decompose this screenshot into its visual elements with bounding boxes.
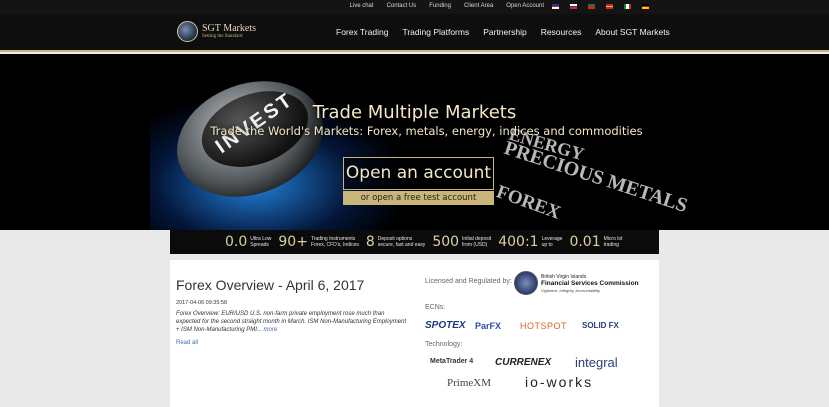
- flag-es-icon[interactable]: [606, 4, 613, 9]
- technology-label: Technology:: [425, 341, 463, 348]
- client-area-link[interactable]: Client Area: [464, 3, 493, 9]
- logo-brand-name: SGT Markets: [202, 23, 256, 34]
- content-panel: Forex Overview - April 6, 2017 2017-04-0…: [170, 260, 659, 407]
- bvi-seal-icon: [514, 271, 538, 295]
- nav-item-partnership[interactable]: Partnership: [483, 27, 526, 37]
- stat-instruments: 90+ Trading Instruments Forex, CFD's, Ind…: [278, 234, 358, 250]
- flag-it-icon[interactable]: [624, 4, 631, 9]
- logo-tagline: Setting the Standard: [202, 34, 243, 39]
- stat-label: Trading Instruments Forex, CFD's, Indices: [310, 236, 359, 248]
- post-title[interactable]: Forex Overview - April 6, 2017: [176, 277, 364, 293]
- regulator-line2: Financial Services Commission: [541, 279, 639, 287]
- post-date: 2017-04-06 09:35:58: [176, 300, 228, 306]
- ecns-label: ECNs:: [425, 304, 446, 311]
- flag-en-icon[interactable]: [552, 4, 559, 9]
- open-account-button[interactable]: Open an account: [343, 157, 494, 190]
- hero-banner: INVEST ENERGY PRECIOUS METALS FOREX Trad…: [0, 54, 829, 230]
- stat-deposit-options: 8 Deposit options secure, fast and easy: [366, 234, 425, 250]
- ecn-logo-solidfx[interactable]: SOLID FX: [582, 321, 619, 330]
- utility-links: Live chat Contact Us Funding Client Area…: [350, 3, 544, 9]
- flag-de-icon[interactable]: [642, 4, 649, 9]
- stat-value: 400:1: [498, 234, 539, 250]
- ecn-logo-parfx[interactable]: ParFX: [475, 321, 501, 331]
- stat-label: Leverage up to: [541, 236, 563, 248]
- nav-menu: Forex Trading Trading Platforms Partners…: [336, 27, 670, 37]
- more-link[interactable]: more: [264, 327, 278, 333]
- tech-logo-integral[interactable]: integral: [575, 355, 618, 370]
- post-excerpt: Forex Overview: EUR/USD U.S. non-farm pr…: [176, 311, 407, 333]
- stat-value: 8: [365, 234, 375, 250]
- stat-label: Micro lot trading: [603, 236, 623, 248]
- partners-sidebar: Licensed and Regulated by: British Virgi…: [425, 260, 659, 407]
- live-chat-link[interactable]: Live chat: [350, 3, 374, 9]
- stat-label: Ultra Low Spreads: [250, 236, 272, 248]
- open-account-link[interactable]: Open Account: [506, 3, 544, 9]
- main-navigation: SGT Markets Setting the Standard Forex T…: [0, 14, 829, 52]
- stat-spreads: 0.0 Ultra Low Spreads: [225, 234, 271, 250]
- funding-link[interactable]: Funding: [429, 3, 451, 9]
- flag-ru-icon[interactable]: [570, 4, 577, 9]
- tech-logo-currenex[interactable]: CURRENEX: [495, 357, 551, 368]
- stat-value: 0.0: [225, 234, 248, 250]
- stat-value: 90+: [278, 234, 308, 250]
- nav-item-about[interactable]: About SGT Markets: [595, 27, 669, 37]
- stat-value: 0.01: [569, 234, 601, 250]
- tech-logo-ioworks[interactable]: io-works: [525, 374, 593, 390]
- ecn-logo-hotspot[interactable]: HOTSPOT: [520, 321, 567, 331]
- deco-word-forex: FOREX: [493, 181, 564, 224]
- contact-us-link[interactable]: Contact Us: [387, 3, 417, 9]
- tech-logo-primexm[interactable]: PrimeXM: [447, 377, 491, 389]
- licensed-label: Licensed and Regulated by:: [425, 278, 512, 285]
- logo-emblem-icon: [177, 21, 198, 42]
- stat-initial-deposit: 500 Initial deposit from (USD): [432, 234, 491, 250]
- nav-item-forex-trading[interactable]: Forex Trading: [336, 27, 388, 37]
- stat-value: 500: [432, 234, 460, 250]
- nav-item-resources[interactable]: Resources: [541, 27, 582, 37]
- stat-micro-lot: 0.01 Micro lot trading: [569, 234, 622, 250]
- stat-label: Initial deposit from (USD): [462, 236, 492, 248]
- site-logo[interactable]: SGT Markets Setting the Standard: [177, 21, 256, 42]
- ecn-logo-spotex[interactable]: SPOTEX: [425, 320, 466, 331]
- stat-label: Deposit options secure, fast and easy: [377, 236, 426, 248]
- top-utility-bar: Live chat Contact Us Funding Client Area…: [0, 0, 829, 14]
- nav-item-trading-platforms[interactable]: Trading Platforms: [402, 27, 469, 37]
- free-test-account-button[interactable]: or open a free test account: [343, 191, 494, 205]
- tech-logo-metatrader[interactable]: MetaTrader 4: [430, 358, 473, 365]
- language-flags: [541, 4, 649, 9]
- read-all-link[interactable]: Read all: [176, 340, 198, 346]
- regulator-motto: Vigilance, Integrity, Accountability: [541, 287, 601, 293]
- features-strip: 0.0 Ultra Low Spreads 90+ Trading Instrum…: [170, 230, 659, 254]
- stat-leverage: 400:1 Leverage up to: [498, 234, 562, 250]
- hero-subheadline: Trade the World's Markets: Forex, metals…: [210, 124, 643, 138]
- hero-headline: Trade Multiple Markets: [312, 102, 517, 123]
- flag-pt-icon[interactable]: [588, 4, 595, 9]
- regulator-logo[interactable]: British Virgin Islands Financial Service…: [514, 271, 639, 295]
